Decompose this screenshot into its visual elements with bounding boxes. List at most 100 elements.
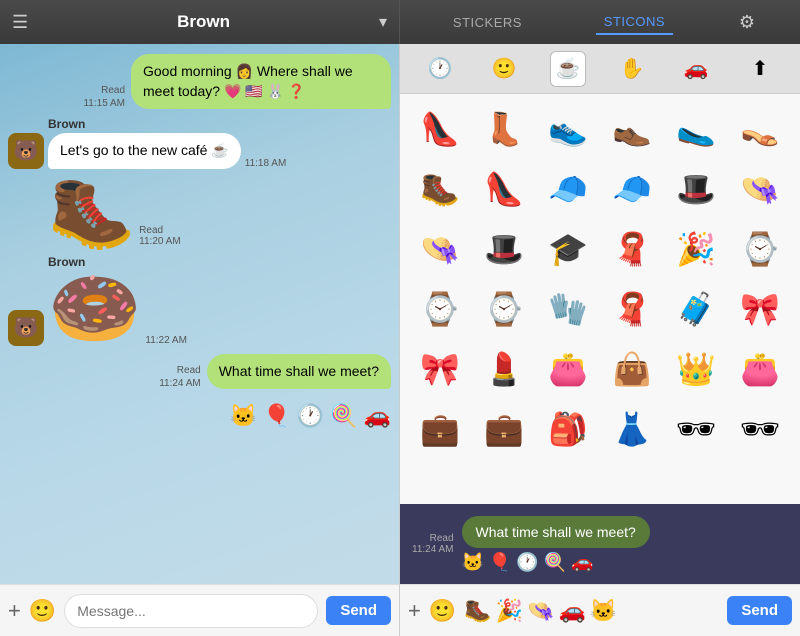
list-item[interactable]: 💼 (477, 402, 531, 456)
table-row: Read 11:15 AM Good morning 👩 Where shall… (8, 54, 391, 109)
avatar: 🐻 (8, 133, 44, 169)
list-item[interactable]: 🧤 (541, 282, 595, 336)
list-item[interactable]: 🥿 (669, 102, 723, 156)
received-wrapper: 🥾 Read 11:20 AM (8, 177, 181, 247)
plus-icon[interactable]: + (8, 598, 21, 624)
list-item[interactable]: 🎉 (496, 598, 523, 624)
sticker-emoji-icon[interactable]: 🙂 (429, 598, 456, 624)
avatar: 🐻 (8, 310, 44, 346)
sticker-row: 👒 🎩 🎓 🧣 🎉 ⌚ (408, 222, 792, 276)
list-item[interactable]: 👛 (733, 342, 787, 396)
msg-meta-sent5: Read 11:24 AM (159, 365, 201, 389)
main-content: Read 11:15 AM Good morning 👩 Where shall… (0, 44, 800, 636)
list-item[interactable]: 🐱 (590, 598, 617, 624)
list-item[interactable]: 👡 (733, 102, 787, 156)
msg-time: 11:18 AM (245, 158, 287, 169)
msg-time: 11:15 AM (83, 98, 125, 109)
settings-icon[interactable]: ⚙ (739, 12, 755, 33)
list-item[interactable]: 🕶 (669, 402, 723, 456)
list-item[interactable]: 🎓 (541, 222, 595, 276)
chat-panel: Read 11:15 AM Good morning 👩 Where shall… (0, 44, 400, 636)
list-item[interactable]: 🎀 (733, 282, 787, 336)
list-item[interactable]: 🥾 (413, 162, 467, 216)
list-item[interactable]: 👒 (733, 162, 787, 216)
sticker-row: ⌚ ⌚ 🧤 🧣 🧳 🎀 (408, 282, 792, 336)
received-content: 🥾 Read 11:20 AM (48, 177, 181, 247)
msg-time: 11:24 AM (159, 378, 201, 389)
received-wrapper: 🐻 Brown 🍩 11:22 AM (8, 255, 187, 346)
list-item[interactable]: 🧣 (605, 222, 659, 276)
sticker-category-bar: 🕐 🙂 ☕ ✋ 🚗 ⬆ (400, 44, 800, 94)
preview-time: 11:24 AM (412, 544, 454, 555)
sticker-row: 💼 💼 🎒 👗 🕶 🕶 (408, 402, 792, 456)
sticker-plus-icon[interactable]: + (408, 598, 421, 624)
tab-stickers[interactable]: STICKERS (445, 11, 530, 34)
sticker-boot: 🥾 (48, 177, 135, 247)
sticker-send-button[interactable]: Send (727, 596, 792, 625)
sticker-row: 🥾 👠 🧢 🧢 🎩 👒 (408, 162, 792, 216)
list-item[interactable]: 👠 (477, 162, 531, 216)
list-item[interactable]: 🎀 (413, 342, 467, 396)
cat-fashion[interactable]: ☕ (550, 51, 586, 87)
table-row: 🥾 Read 11:20 AM (8, 177, 391, 247)
list-item[interactable]: 🧣 (605, 282, 659, 336)
list-item[interactable]: 👒 (527, 598, 554, 624)
list-item[interactable]: 🧳 (669, 282, 723, 336)
preview-message-area: Read 11:24 AM What time shall we meet? 🐱… (400, 504, 800, 584)
list-item[interactable]: 👟 (541, 102, 595, 156)
sticker-panel-header: STICKERS STICONS ⚙ (400, 0, 800, 44)
menu-icon[interactable]: ☰ (12, 12, 28, 33)
tab-sticons[interactable]: STICONS (596, 10, 673, 35)
emoji-icon-btn[interactable]: 🙂 (29, 598, 56, 624)
list-item[interactable]: 👠 (413, 102, 467, 156)
received-content: Brown 🍩 11:22 AM (48, 255, 187, 346)
msg-time: 11:20 AM (139, 236, 181, 247)
chat-header: ☰ Brown ▾ (0, 0, 400, 44)
send-button[interactable]: Send (326, 596, 391, 625)
list-item[interactable]: 🥾 (464, 598, 491, 624)
table-row: 🐻 Brown 🍩 11:22 AM (8, 255, 391, 346)
list-item[interactable]: 💄 (477, 342, 531, 396)
list-item[interactable]: 👞 (605, 102, 659, 156)
cat-upload[interactable]: ⬆ (742, 51, 778, 87)
list-item[interactable]: 🎒 (541, 402, 595, 456)
dropdown-icon[interactable]: ▾ (379, 12, 387, 32)
list-item[interactable]: 💼 (413, 402, 467, 456)
table-row: Read 11:24 AM What time shall we meet? (8, 354, 391, 390)
sticker-grid: 👠 👢 👟 👞 🥿 👡 🥾 👠 🧢 🧢 🎩 👒 👒 🎩 🎓 🧣 (400, 94, 800, 504)
list-item[interactable]: 👒 (413, 222, 467, 276)
list-item[interactable]: 🎩 (477, 222, 531, 276)
read-label: Read (101, 85, 125, 96)
received-wrapper: 🐻 Brown Let's go to the new café ☕ 11:18… (8, 117, 286, 169)
list-item[interactable]: 👜 (605, 342, 659, 396)
table-row: 🐻 Brown Let's go to the new café ☕ 11:18… (8, 117, 391, 169)
read-label: Read (139, 225, 163, 236)
chat-input-bar: + 🙂 Send (0, 584, 399, 636)
sticker-row-bubble: 🐱 🎈 🕐 🍭 🚗 (230, 397, 391, 436)
message-bubble: Let's go to the new café ☕ (48, 133, 241, 169)
list-item[interactable]: 🕶 (733, 402, 787, 456)
list-item[interactable]: ⌚ (413, 282, 467, 336)
list-item[interactable]: 🎩 (669, 162, 723, 216)
list-item[interactable]: 🧢 (605, 162, 659, 216)
chat-title: Brown (28, 12, 379, 32)
list-item[interactable]: 🧢 (541, 162, 595, 216)
list-item[interactable]: 👢 (477, 102, 531, 156)
sticker-row: 🎀 💄 👛 👜 👑 👛 (408, 342, 792, 396)
cat-emoji[interactable]: 🙂 (486, 51, 522, 87)
cat-car[interactable]: 🚗 (678, 51, 714, 87)
list-item[interactable]: 👛 (541, 342, 595, 396)
list-item[interactable]: 🚗 (558, 598, 585, 624)
cat-game[interactable]: ✋ (614, 51, 650, 87)
list-item[interactable]: ⌚ (477, 282, 531, 336)
cat-recent[interactable]: 🕐 (422, 51, 458, 87)
list-item[interactable]: ⌚ (733, 222, 787, 276)
list-item[interactable]: 👗 (605, 402, 659, 456)
msg-meta-sent1: Read 11:15 AM (83, 85, 125, 109)
chat-input[interactable] (64, 594, 318, 628)
preview-read: Read (430, 533, 454, 544)
list-item[interactable]: 🎉 (669, 222, 723, 276)
message-bubble: Good morning 👩 Where shall we meet today… (131, 54, 391, 109)
preview-message-bubble: What time shall we meet? (462, 516, 650, 548)
list-item[interactable]: 👑 (669, 342, 723, 396)
